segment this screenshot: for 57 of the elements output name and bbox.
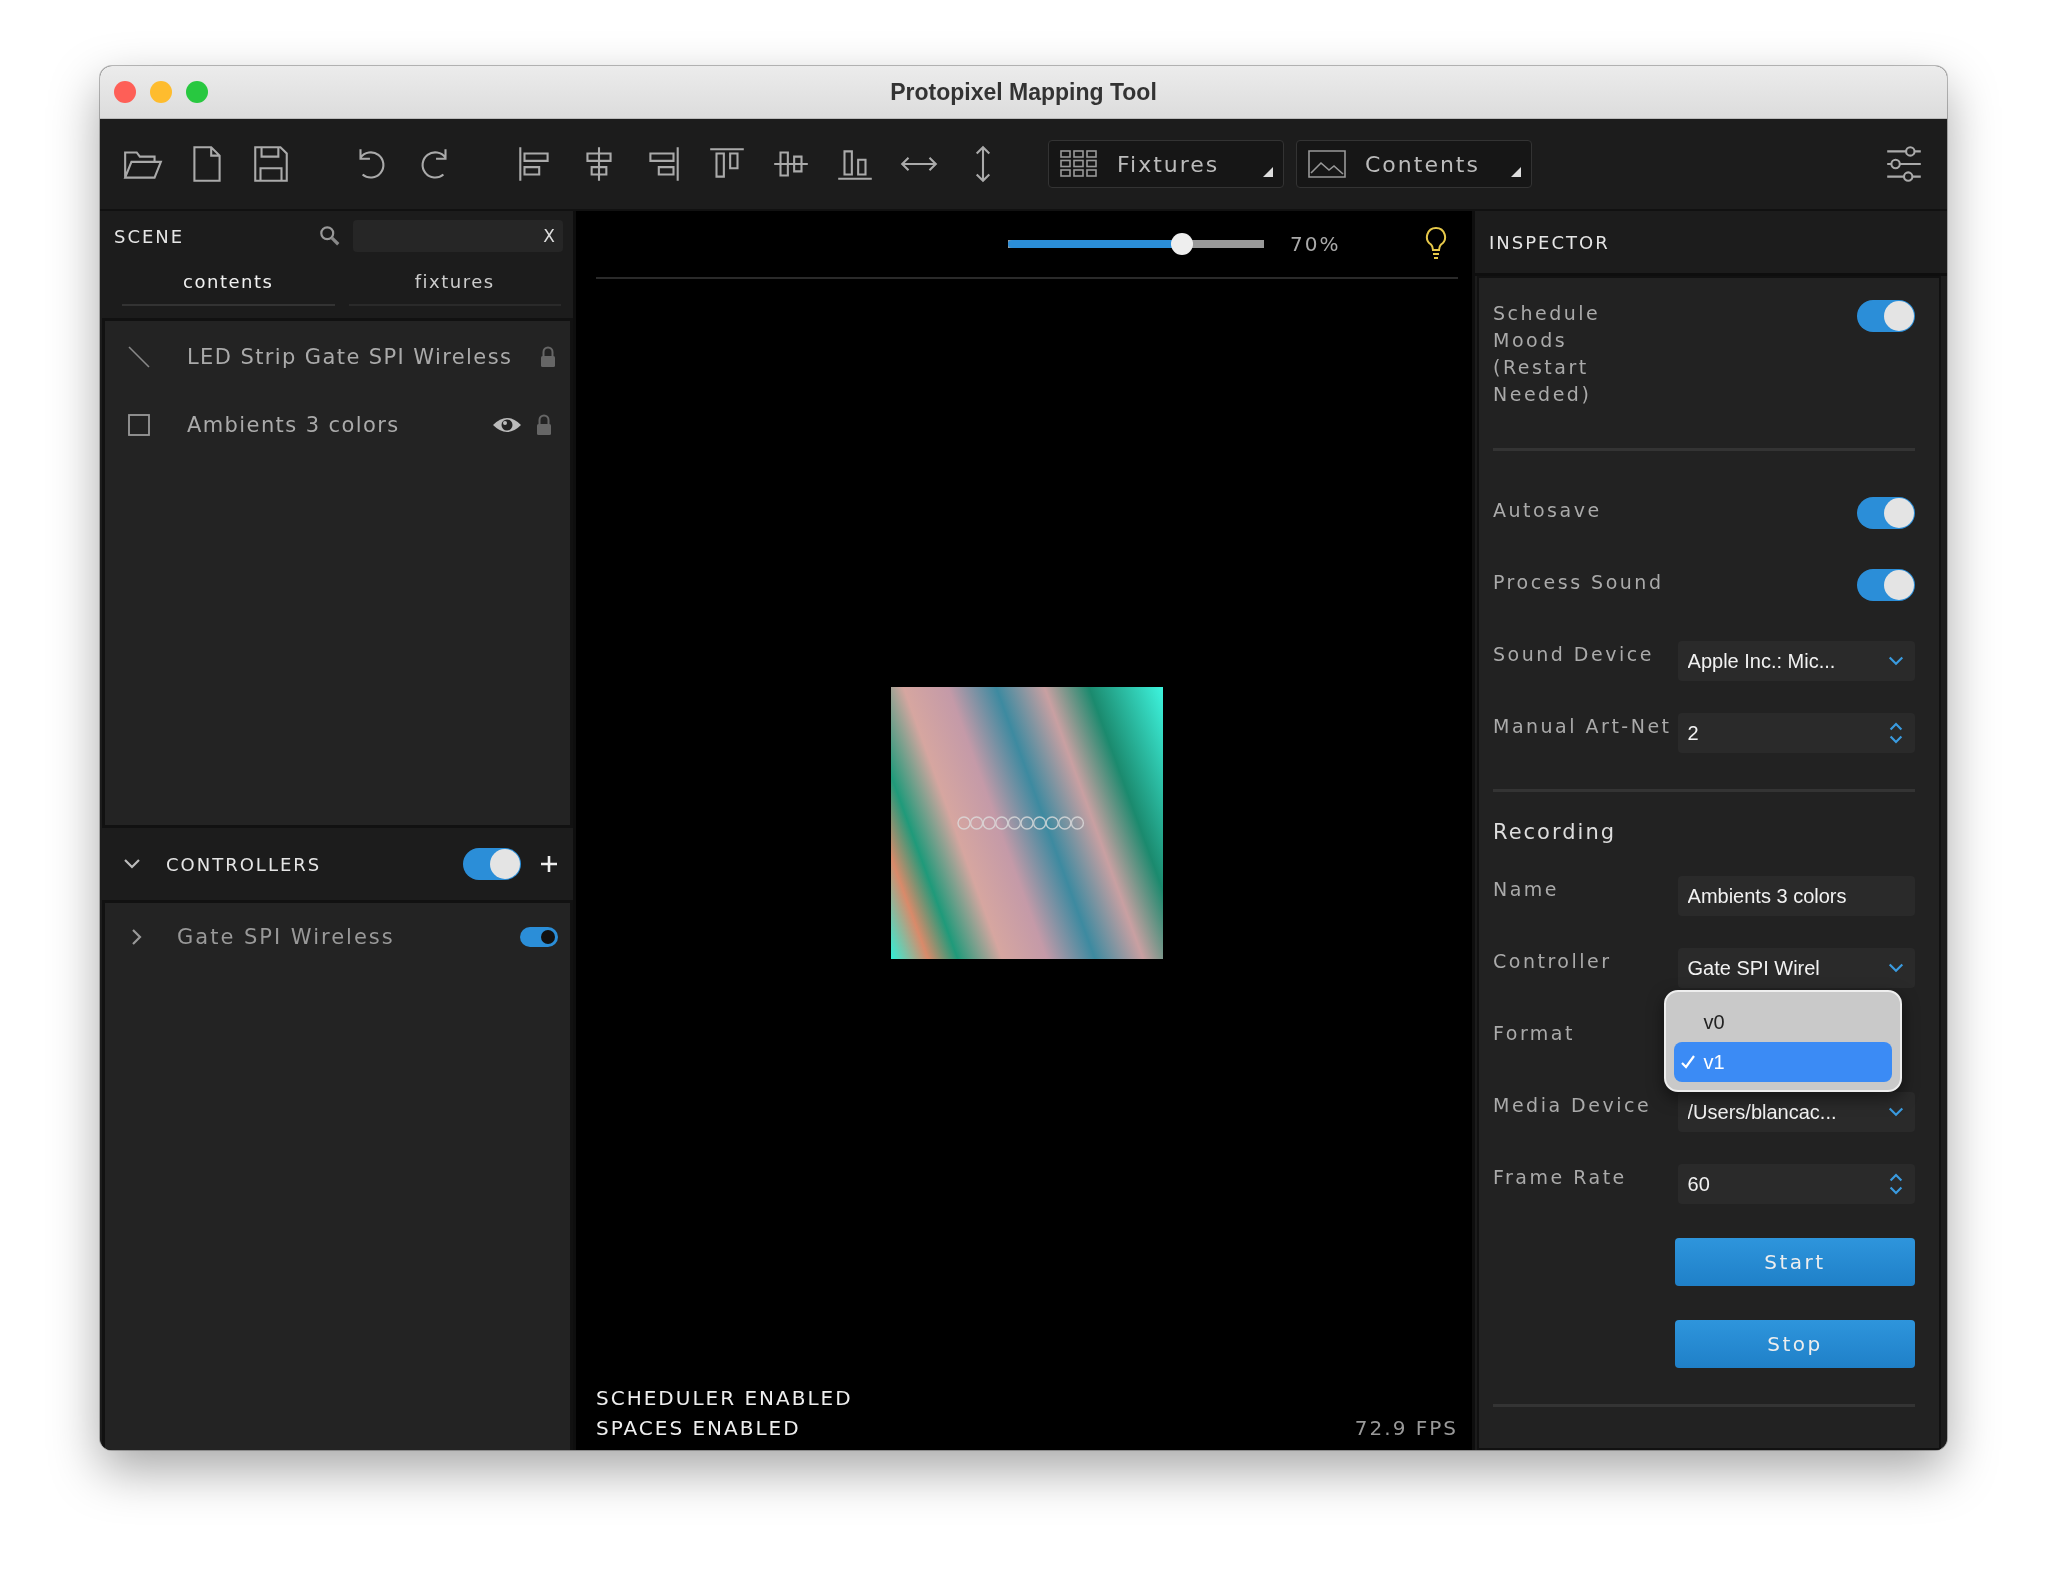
field-label: Name xyxy=(1493,877,1561,902)
scene-tab[interactable]: fixtures xyxy=(348,265,561,306)
dropdown-field[interactable]: Gate SPI Wirel xyxy=(1677,948,1915,988)
zoom-percentage: 70% xyxy=(1290,232,1341,256)
number-field[interactable]: 2 xyxy=(1677,713,1915,753)
add-icon[interactable] xyxy=(539,854,559,874)
corner-triangle-icon xyxy=(1511,167,1521,177)
search-field[interactable]: X xyxy=(353,220,563,252)
field-label: Process Sound xyxy=(1493,570,1665,595)
scene-item-label[interactable]: Ambients 3 colors xyxy=(187,413,400,437)
scene-item-label[interactable]: LED Strip Gate SPI Wireless xyxy=(187,345,513,369)
controllers-title: CONTROLLERS xyxy=(166,853,322,875)
dropdown-field[interactable]: /Users/blancac... xyxy=(1677,1092,1915,1132)
controller-item-label[interactable]: Gate SPI Wireless xyxy=(177,925,395,949)
line-icon xyxy=(127,345,151,369)
field-label: Frame Rate xyxy=(1493,1165,1628,1190)
dropdown-field[interactable]: Apple Inc.: Mic... xyxy=(1677,641,1915,681)
section-heading: Recording xyxy=(1493,820,1618,844)
eye-icon[interactable] xyxy=(492,415,522,435)
fps-counter: 72.9 FPS xyxy=(1354,1416,1458,1440)
toggle-switch[interactable] xyxy=(1857,300,1915,332)
light-bulb-icon[interactable] xyxy=(1424,226,1449,262)
lock-icon[interactable] xyxy=(536,414,552,436)
checkmark-icon xyxy=(1679,1054,1696,1070)
field-label: Controller xyxy=(1493,949,1613,974)
field-label: Sound Device xyxy=(1493,642,1655,667)
scene-panel-title: SCENE xyxy=(114,225,185,247)
toggle-switch[interactable] xyxy=(520,927,558,947)
toolbar-dropdown[interactable]: Contents xyxy=(1296,140,1532,188)
inspector-title: INSPECTOR xyxy=(1489,231,1610,253)
chevron-down-icon xyxy=(1887,655,1905,667)
image-icon xyxy=(1307,149,1347,179)
clear-search-button[interactable]: X xyxy=(543,226,555,246)
toggle-switch[interactable] xyxy=(1857,497,1915,529)
chevron-down-icon xyxy=(1887,1106,1905,1118)
toggle-switch[interactable] xyxy=(1857,569,1915,601)
window-title: Protopixel Mapping Tool xyxy=(890,78,1157,106)
field-label: Manual Art-Net xyxy=(1493,714,1673,739)
scene-tab[interactable]: contents xyxy=(122,265,335,306)
menu-option[interactable]: v0 xyxy=(1673,1002,1892,1042)
field-label: Schedule Moods (Restart Needed) xyxy=(1493,301,1602,407)
status-text: SCHEDULER ENABLED xyxy=(596,1386,854,1410)
square-icon xyxy=(127,413,151,437)
search-icon xyxy=(319,225,341,247)
status-text: SPACES ENABLED xyxy=(596,1416,802,1440)
field-label: Autosave xyxy=(1493,498,1603,523)
toggle-switch[interactable] xyxy=(463,848,521,880)
slider-thumb[interactable] xyxy=(1171,233,1194,255)
toolbar-dropdown[interactable]: Fixtures xyxy=(1048,140,1284,188)
lock-icon[interactable] xyxy=(540,346,557,368)
chevron-down-icon xyxy=(1887,962,1905,974)
grid-icon xyxy=(1059,149,1099,179)
field-label: Format xyxy=(1493,1021,1576,1046)
field-label: Media Device xyxy=(1493,1093,1653,1118)
corner-triangle-icon xyxy=(1263,167,1273,177)
number-field[interactable]: 60 xyxy=(1677,1164,1915,1204)
text-field[interactable]: Ambients 3 colors xyxy=(1677,876,1915,916)
